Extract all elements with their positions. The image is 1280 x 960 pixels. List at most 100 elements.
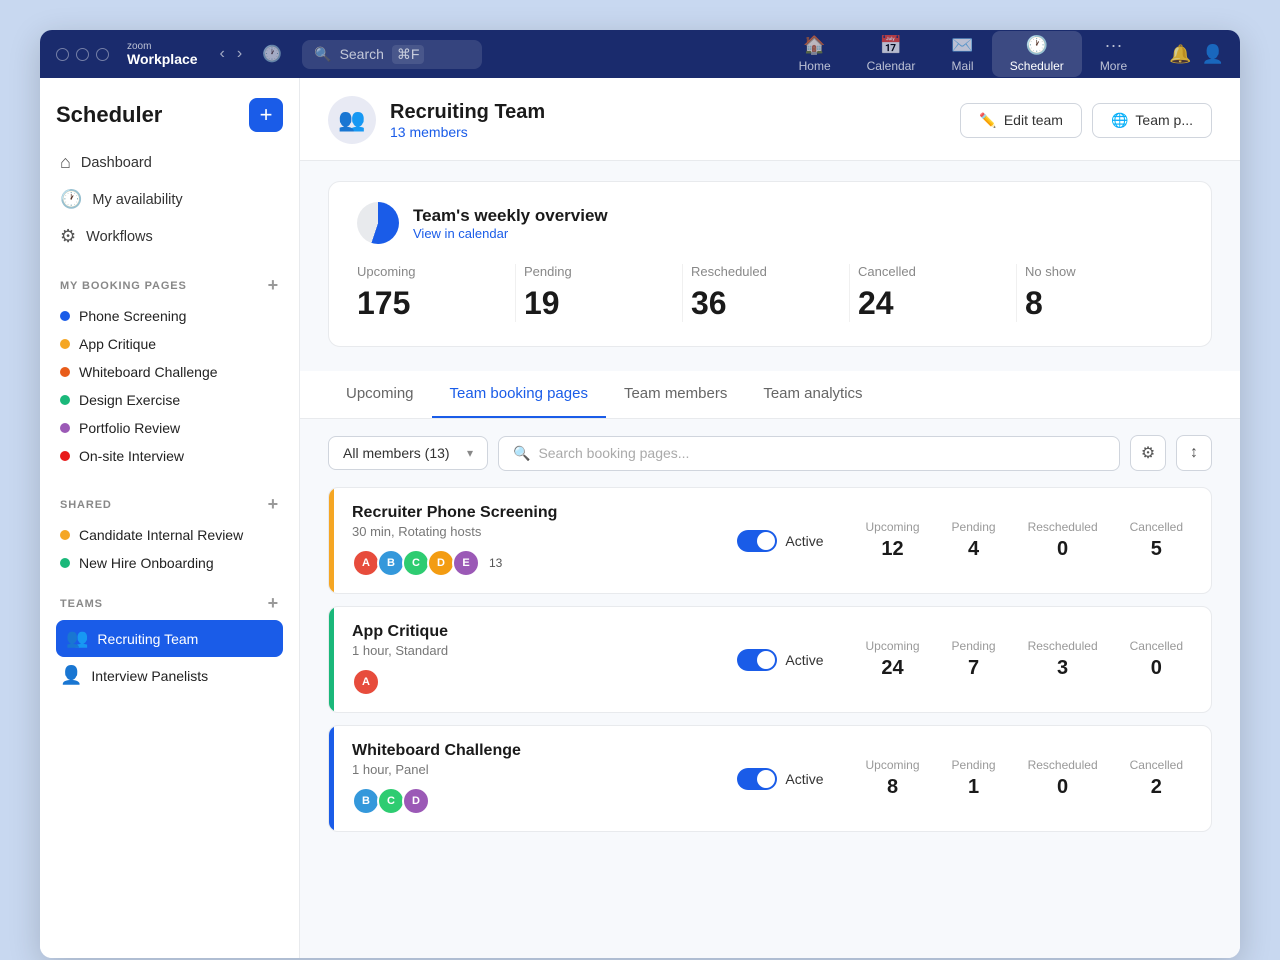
toggle-phone-screening[interactable]: Active	[737, 530, 823, 552]
new-hire-dot	[60, 558, 70, 568]
sidebar-item-candidate-review[interactable]: Candidate Internal Review	[56, 521, 283, 549]
avatar-3: C	[402, 549, 430, 577]
stat-label: Pending	[952, 520, 996, 534]
view-calendar-link[interactable]: View in calendar	[413, 226, 608, 241]
stat-label: Pending	[952, 639, 996, 653]
booking-pages-add-icon[interactable]: +	[268, 275, 279, 296]
forward-button[interactable]: ›	[233, 43, 246, 65]
card-title-whiteboard: Whiteboard Challenge	[352, 742, 721, 760]
tab-more[interactable]: ··· More	[1082, 31, 1145, 77]
stat-no-show-label: No show	[1025, 264, 1175, 279]
tab-calendar[interactable]: 📅 Calendar	[849, 31, 934, 77]
brand-name: zoom	[127, 41, 198, 52]
stat-rescheduled-whiteboard: Rescheduled 0	[1028, 758, 1098, 799]
history-icon[interactable]: 🕐	[262, 44, 282, 64]
filter-button[interactable]: ⚙	[1130, 435, 1166, 471]
stat-value: 0	[1028, 538, 1098, 561]
shared-add-icon[interactable]: +	[268, 494, 279, 515]
team-members-count: 13 members	[390, 124, 545, 140]
tab-team-booking-pages[interactable]: Team booking pages	[432, 371, 606, 418]
active-toggle-phone-screening[interactable]	[737, 530, 777, 552]
sidebar-availability-label: My availability	[92, 192, 182, 208]
search-bar[interactable]: 🔍 Search ⌘F	[302, 40, 482, 69]
sort-button[interactable]: ↕	[1176, 435, 1212, 471]
avatar-wb-2: C	[377, 787, 405, 815]
search-booking-placeholder: Search booking pages...	[538, 445, 689, 461]
sidebar-item-app-critique[interactable]: App Critique	[56, 330, 283, 358]
card-sub-whiteboard: 1 hour, Panel	[352, 762, 721, 777]
close-dot[interactable]	[56, 48, 69, 61]
tab-home[interactable]: 🏠 Home	[781, 31, 849, 77]
sidebar-item-workflows[interactable]: ⚙ Workflows	[40, 218, 299, 255]
sidebar-item-availability[interactable]: 🕐 My availability	[40, 181, 299, 218]
sidebar-item-design-exercise[interactable]: Design Exercise	[56, 386, 283, 414]
minimize-dot[interactable]	[76, 48, 89, 61]
stat-label: Upcoming	[865, 758, 919, 772]
teams-add-icon[interactable]: +	[268, 593, 279, 614]
tab-mail-label: Mail	[952, 59, 974, 73]
overview-header: Team's weekly overview View in calendar	[357, 202, 1183, 244]
overview-card: Team's weekly overview View in calendar …	[328, 181, 1212, 347]
card-title-phone-screening: Recruiter Phone Screening	[352, 504, 721, 522]
teams-section-label: TEAMS	[60, 598, 103, 610]
team-avatar: 👥	[328, 96, 376, 144]
stat-value: 1	[952, 776, 996, 799]
team-info: 👥 Recruiting Team 13 members	[328, 96, 545, 144]
sidebar-item-portfolio-review[interactable]: Portfolio Review	[56, 414, 283, 442]
design-exercise-dot	[60, 395, 70, 405]
sidebar-item-phone-screening[interactable]: Phone Screening	[56, 302, 283, 330]
whiteboard-challenge-dot	[60, 367, 70, 377]
avatar-app-1: A	[352, 668, 380, 696]
back-button[interactable]: ‹	[216, 43, 229, 65]
toggle-app-critique[interactable]: Active	[737, 649, 823, 671]
edit-team-button[interactable]: ✏️ Edit team	[960, 103, 1082, 138]
dashboard-icon: ⌂	[60, 152, 71, 173]
booking-pages-header: MY BOOKING PAGES +	[56, 271, 283, 302]
stat-value: 5	[1130, 538, 1183, 561]
interview-panelists-label: Interview Panelists	[91, 668, 208, 684]
stat-upcoming-value: 175	[357, 285, 507, 322]
portfolio-review-dot	[60, 423, 70, 433]
card-stats-app-critique: Upcoming 24 Pending 7 Rescheduled 3 Ca	[841, 639, 1211, 680]
sort-icon: ↕	[1190, 444, 1198, 462]
sidebar-item-whiteboard-challenge[interactable]: Whiteboard Challenge	[56, 358, 283, 386]
tab-calendar-label: Calendar	[867, 59, 916, 73]
more-icon: ···	[1104, 35, 1122, 56]
sidebar-item-recruiting-team[interactable]: 👥 Recruiting Team	[56, 620, 283, 657]
tab-scheduler[interactable]: 🕐 Scheduler	[992, 31, 1082, 77]
stat-upcoming-label: Upcoming	[357, 264, 507, 279]
sidebar-item-interview-panelists[interactable]: 👤 Interview Panelists	[56, 657, 283, 694]
avatar-wb-1: B	[352, 787, 380, 815]
active-toggle-whiteboard[interactable]	[737, 768, 777, 790]
bell-icon[interactable]: 🔔	[1169, 44, 1191, 65]
stat-rescheduled: Rescheduled 36	[683, 264, 850, 322]
booking-search-input[interactable]: 🔍 Search booking pages...	[498, 436, 1120, 471]
sidebar-add-button[interactable]: +	[249, 98, 283, 132]
tab-team-analytics[interactable]: Team analytics	[745, 371, 880, 418]
avatar-5: E	[452, 549, 480, 577]
sidebar-item-new-hire[interactable]: New Hire Onboarding	[56, 549, 283, 577]
booking-card-phone-screening: Recruiter Phone Screening 30 min, Rotati…	[328, 487, 1212, 594]
toggle-whiteboard[interactable]: Active	[737, 768, 823, 790]
window-controls	[56, 48, 109, 61]
recruiting-team-label: Recruiting Team	[97, 631, 198, 647]
sidebar-item-dashboard[interactable]: ⌂ Dashboard	[40, 144, 299, 181]
overview-chart-icon	[357, 202, 399, 244]
tab-upcoming[interactable]: Upcoming	[328, 371, 432, 418]
nav-buttons: ‹ ›	[216, 43, 247, 65]
team-page-button[interactable]: 🌐 Team p...	[1092, 103, 1212, 138]
sidebar-item-on-site-interview[interactable]: On-site Interview	[56, 442, 283, 470]
tab-mail[interactable]: ✉️ Mail	[933, 31, 991, 77]
booking-pages-section: MY BOOKING PAGES + Phone Screening App C…	[40, 271, 299, 474]
profile-icon[interactable]: 👤	[1202, 44, 1224, 65]
nav-tabs: 🏠 Home 📅 Calendar ✉️ Mail 🕐 Scheduler ··…	[781, 31, 1146, 77]
recruiting-team-icon: 👥	[66, 628, 88, 649]
tab-team-members[interactable]: Team members	[606, 371, 745, 418]
members-filter[interactable]: All members (13) ▾	[328, 436, 488, 470]
stat-label: Cancelled	[1130, 758, 1183, 772]
active-toggle-app-critique[interactable]	[737, 649, 777, 671]
design-exercise-label: Design Exercise	[79, 392, 180, 408]
shared-header: SHARED +	[56, 490, 283, 521]
globe-icon: 🌐	[1111, 112, 1128, 129]
maximize-dot[interactable]	[96, 48, 109, 61]
